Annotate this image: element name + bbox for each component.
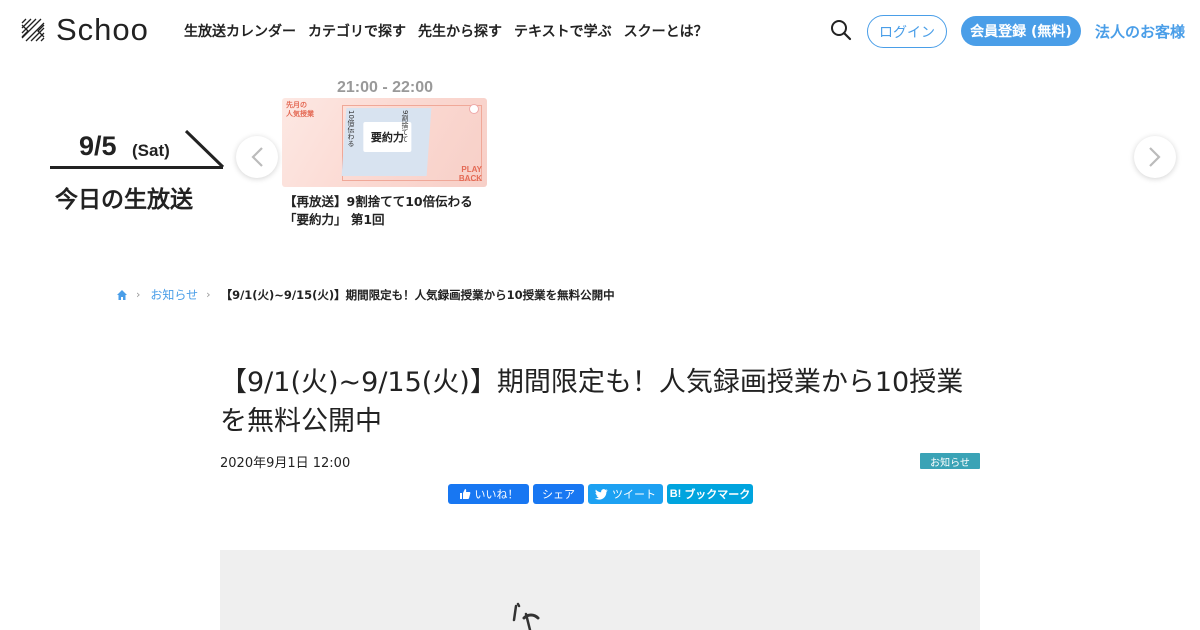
tweet-button[interactable]: ツイート <box>588 484 663 504</box>
register-button[interactable]: 会員登録 (無料) <box>961 16 1081 46</box>
share-buttons: いいね！ シェア ツイート B! ブックマーク <box>448 484 757 504</box>
thumbnail-dot <box>469 104 479 114</box>
article-hero-image <box>220 550 980 630</box>
slot-time: 21:00 - 22:00 <box>336 79 434 96</box>
main-nav: 生放送カレンダー カテゴリで探す 先生から探す テキストで学ぶ スクーとは？ <box>184 21 720 41</box>
hero-illustration <box>512 602 540 630</box>
twitter-icon <box>595 488 608 500</box>
today-live-heading: 今日の生放送 <box>55 187 193 213</box>
nav-category-search[interactable]: カテゴリで探す <box>308 21 406 41</box>
thumbnail-right-text: 9割捨てて <box>401 110 409 143</box>
slot-thumbnail[interactable]: 先月の 人気授業 要約力 10倍伝わる 9割捨てて PLAY BACK <box>282 98 487 187</box>
thumbnail-card: 要約力 <box>341 108 432 176</box>
breadcrumb-current: 【9/1(火)~9/15(火)】期間限定も！人気録画授業から10授業を無料公開中 <box>220 287 615 302</box>
article-title: 【9/1(火)~9/15(火)】期間限定も！人気録画授業から10授業を無料公開中 <box>220 367 964 437</box>
nav-text-learning[interactable]: テキストで学ぶ <box>514 21 612 41</box>
login-button[interactable]: ログイン <box>867 15 947 48</box>
facebook-like-label: いいね！ <box>474 488 519 501</box>
thumbs-up-icon <box>459 489 470 499</box>
breadcrumb-separator-icon: › <box>136 288 141 301</box>
hatena-bookmark-button[interactable]: B! ブックマーク <box>667 484 753 504</box>
hatena-icon: B! <box>669 488 682 500</box>
playback-badge: PLAY BACK <box>458 165 482 183</box>
carousel-next-button[interactable] <box>1134 136 1176 178</box>
nav-teacher-search[interactable]: 先生から探す <box>418 21 502 41</box>
carousel-prev-button[interactable] <box>236 136 278 178</box>
thumbnail-tag: 先月の 人気授業 <box>286 101 314 118</box>
hatena-label: ブックマーク <box>684 488 751 501</box>
nav-about-schoo[interactable]: スクーとは？ <box>624 21 708 41</box>
chevron-left-icon <box>251 147 263 167</box>
article-date: 2020年9月1日 12:00 <box>220 456 351 471</box>
site-header: Schoo 生放送カレンダー カテゴリで探す 先生から探す テキストで学ぶ スク… <box>0 0 1200 62</box>
logo-mark-icon <box>21 18 45 42</box>
facebook-like-button[interactable]: いいね！ <box>448 484 529 504</box>
logo-text: Schoo <box>56 12 149 47</box>
search-icon[interactable] <box>830 19 852 41</box>
breadcrumb: › お知らせ › 【9/1(火)~9/15(火)】期間限定も！人気録画授業から1… <box>116 286 615 303</box>
facebook-share-button[interactable]: シェア <box>533 484 584 504</box>
schoo-logo[interactable]: Schoo <box>20 12 149 47</box>
breadcrumb-separator-icon: › <box>206 288 211 301</box>
date-divider <box>50 130 225 169</box>
home-icon[interactable] <box>116 289 128 301</box>
thumbnail-left-text: 10倍伝わる <box>347 110 355 147</box>
tweet-label: ツイート <box>612 488 656 501</box>
breadcrumb-category-link[interactable]: お知らせ <box>150 286 198 303</box>
chevron-right-icon <box>1149 147 1161 167</box>
nav-live-calendar[interactable]: 生放送カレンダー <box>184 21 296 41</box>
slot-title-link[interactable]: 【再放送】9割捨てて10倍伝わる「要約力」 第1回 <box>284 193 484 229</box>
category-badge[interactable]: お知らせ <box>920 453 980 469</box>
corporate-link[interactable]: 法人のお客様 <box>1095 21 1185 42</box>
